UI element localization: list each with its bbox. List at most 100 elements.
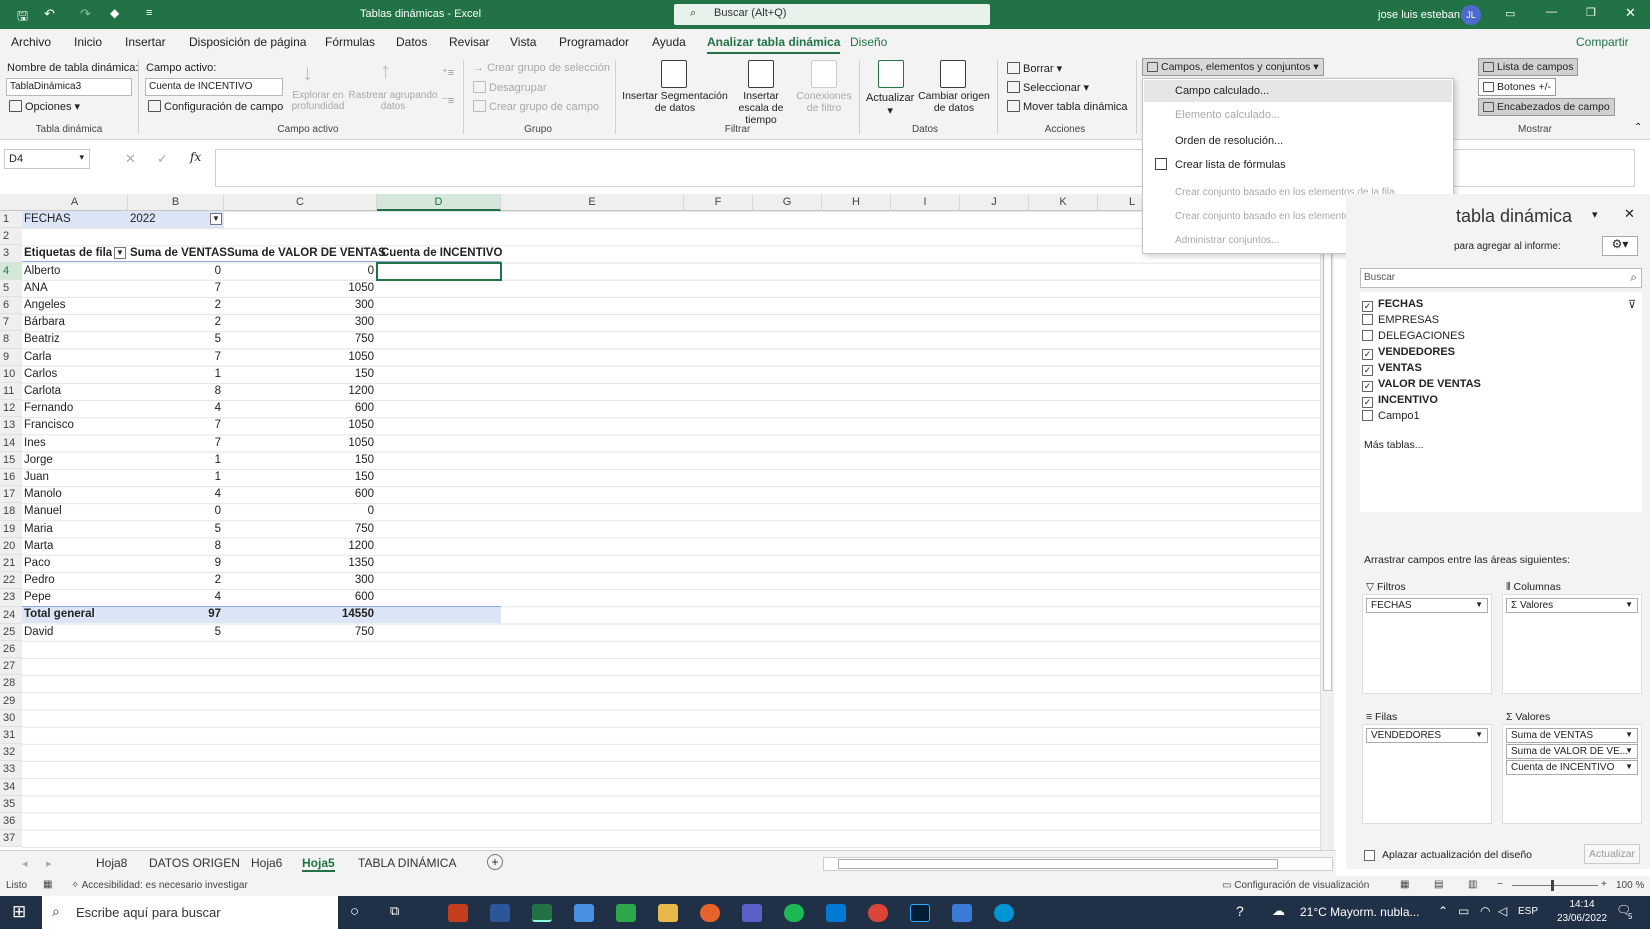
restore-icon[interactable]: ❐ [1586, 6, 1596, 19]
photos-icon[interactable] [952, 904, 972, 922]
row-label[interactable]: David [24, 624, 53, 641]
cell-sum-valor[interactable]: 750 [224, 331, 377, 348]
row-label[interactable]: Paco [24, 555, 50, 572]
row-header[interactable]: 26 [0, 641, 22, 659]
cell-sum-ventas[interactable]: 5 [128, 331, 224, 348]
cell-sum-ventas[interactable]: 1 [128, 366, 224, 383]
zoom-level[interactable]: 100 % [1616, 880, 1644, 891]
firefox-icon[interactable] [700, 904, 720, 922]
col-header-d[interactable]: D [377, 194, 501, 211]
zoom-slider-thumb[interactable] [1551, 880, 1554, 891]
teams-icon[interactable] [742, 904, 762, 922]
col-header-g[interactable]: G [753, 194, 822, 211]
cell-sum-ventas[interactable]: 9 [128, 555, 224, 572]
field-item[interactable]: ✓ INCENTIVO [1362, 394, 1438, 408]
undo-icon[interactable]: ↶ [44, 6, 55, 22]
page-layout-icon[interactable]: ▤ [1434, 879, 1443, 890]
tray-chevron-icon[interactable]: ⌃ [1438, 904, 1448, 918]
tab-diseno[interactable]: Diseño [850, 35, 887, 49]
row-header[interactable]: 9 [0, 348, 22, 366]
tab-archivo[interactable]: Archivo [11, 35, 51, 49]
search-box[interactable]: ⌕ Buscar (Alt+Q) [674, 4, 990, 25]
menu-item-manage-sets[interactable]: Administrar conjuntos... [1175, 235, 1280, 246]
row-label[interactable]: Ines [24, 435, 46, 452]
row-header[interactable]: 31 [0, 727, 22, 745]
cell-sum-ventas[interactable]: 7 [128, 435, 224, 452]
sheet-tab-hoja8[interactable]: Hoja8 [96, 856, 127, 870]
row-header[interactable]: 28 [0, 675, 22, 693]
cell-sum-ventas[interactable]: 4 [128, 589, 224, 606]
col-header-f[interactable]: F [684, 194, 753, 211]
redo-icon[interactable]: ↷ [80, 6, 91, 22]
row-label[interactable]: Carla [24, 349, 51, 366]
ungroup-button[interactable]: Desagrupar [473, 81, 546, 94]
collapse-field-icon[interactable]: ⁻≡ [442, 94, 454, 107]
worksheet-grid[interactable]: A B C D E F G H I J K L 1 2 3 4 5 6 7 8 9 10 11 12 1… [0, 194, 1336, 850]
filter-pill-fechas[interactable]: FECHAS ▼ [1366, 598, 1488, 613]
cell-sum-valor[interactable]: 1050 [224, 280, 377, 297]
add-sheet-icon[interactable]: + [487, 854, 503, 870]
word-icon[interactable] [490, 904, 510, 922]
cell-sum-valor[interactable]: 1200 [224, 383, 377, 400]
prev-sheet-icon[interactable]: ◂ [22, 857, 28, 870]
row-header[interactable]: 12 [0, 400, 22, 418]
group-selection-button[interactable]: → Crear grupo de selección [473, 62, 610, 74]
help-icon[interactable]: ? [1236, 903, 1244, 919]
checkbox-checked-icon[interactable]: ✓ [1362, 381, 1373, 392]
cell-sum-valor[interactable]: 1050 [224, 349, 377, 366]
row-label[interactable]: Juan [24, 469, 49, 486]
tab-datos[interactable]: Datos [396, 35, 427, 49]
pt-name-input[interactable]: TablaDinámica3 [6, 78, 132, 96]
row-header[interactable]: 36 [0, 813, 22, 831]
row-header[interactable]: 24 [0, 606, 22, 624]
cell-sum-valor[interactable]: 1200 [224, 538, 377, 555]
cell-sum-ventas[interactable]: 4 [128, 400, 224, 417]
cell-sum-valor[interactable]: 1050 [224, 435, 377, 452]
cell-sum-valor[interactable]: 300 [224, 297, 377, 314]
clear-button[interactable]: Borrar ▾ [1007, 62, 1062, 75]
field-item[interactable]: DELEGACIONES [1362, 330, 1465, 342]
col-header-a[interactable]: A [22, 194, 128, 211]
row-label[interactable]: Beatriz [24, 331, 60, 348]
row-header[interactable]: 7 [0, 314, 22, 332]
cell-sum-valor[interactable]: 750 [224, 521, 377, 538]
file-explorer-icon[interactable] [658, 904, 678, 922]
volume-icon[interactable]: ◁ [1498, 904, 1507, 918]
row-header[interactable]: 8 [0, 331, 22, 349]
active-field-input[interactable]: Cuenta de INCENTIVO [145, 78, 283, 96]
cell-sum-ventas[interactable]: 5 [128, 521, 224, 538]
clock-time[interactable]: 14:14 [1560, 899, 1604, 910]
cell-sum-valor[interactable]: 150 [224, 452, 377, 469]
field-item[interactable]: Campo1 [1362, 410, 1420, 422]
refresh-button[interactable]: Actualizar ▾ [866, 92, 914, 117]
enter-icon[interactable]: ✓ [157, 151, 168, 167]
taskbar-search[interactable]: ⌕ Escribe aquí para buscar [42, 896, 338, 929]
row-header[interactable]: 11 [0, 383, 22, 401]
cell-sum-ventas[interactable]: 8 [128, 538, 224, 555]
cell-sum-ventas[interactable]: 1 [128, 469, 224, 486]
language-indicator[interactable]: ESP [1518, 906, 1538, 917]
col-header-e[interactable]: E [501, 194, 684, 211]
tab-revisar[interactable]: Revisar [449, 35, 490, 49]
sheet-tab-tabla-dinamica[interactable]: TABLA DINÁMICA [358, 856, 456, 870]
field-item[interactable]: ✓ FECHAS [1362, 298, 1423, 312]
sheet-tab-hoja5[interactable]: Hoja5 [302, 856, 335, 872]
cell-sum-valor[interactable]: 600 [224, 486, 377, 503]
field-item[interactable]: EMPRESAS [1362, 314, 1439, 326]
select-button[interactable]: Seleccionar ▾ [1007, 81, 1089, 94]
tab-programador[interactable]: Programador [559, 35, 629, 49]
timeline-button[interactable]: Insertar escala de tiempo [728, 90, 794, 126]
slicer-button[interactable]: Insertar Segmentación de datos [622, 90, 728, 114]
accessibility-status[interactable]: ✧ Accesibilidad: es necesario investigar [71, 880, 248, 891]
cell-sum-ventas[interactable]: 1 [128, 452, 224, 469]
collapse-ribbon-icon[interactable]: ⌃ [1634, 122, 1642, 133]
display-settings[interactable]: ▭ Configuración de visualización [1222, 880, 1369, 891]
headers-toggle[interactable]: Encabezados de campo [1478, 98, 1615, 116]
row-header[interactable]: 35 [0, 795, 22, 813]
row-header[interactable]: 19 [0, 520, 22, 538]
row-pill-vendedores[interactable]: VENDEDORES ▼ [1366, 728, 1488, 743]
row-header[interactable]: 29 [0, 692, 22, 710]
row-header[interactable]: 10 [0, 365, 22, 383]
row-labels-dropdown-icon[interactable]: ▼ [114, 247, 126, 260]
cell-sum-ventas[interactable]: 7 [128, 417, 224, 434]
